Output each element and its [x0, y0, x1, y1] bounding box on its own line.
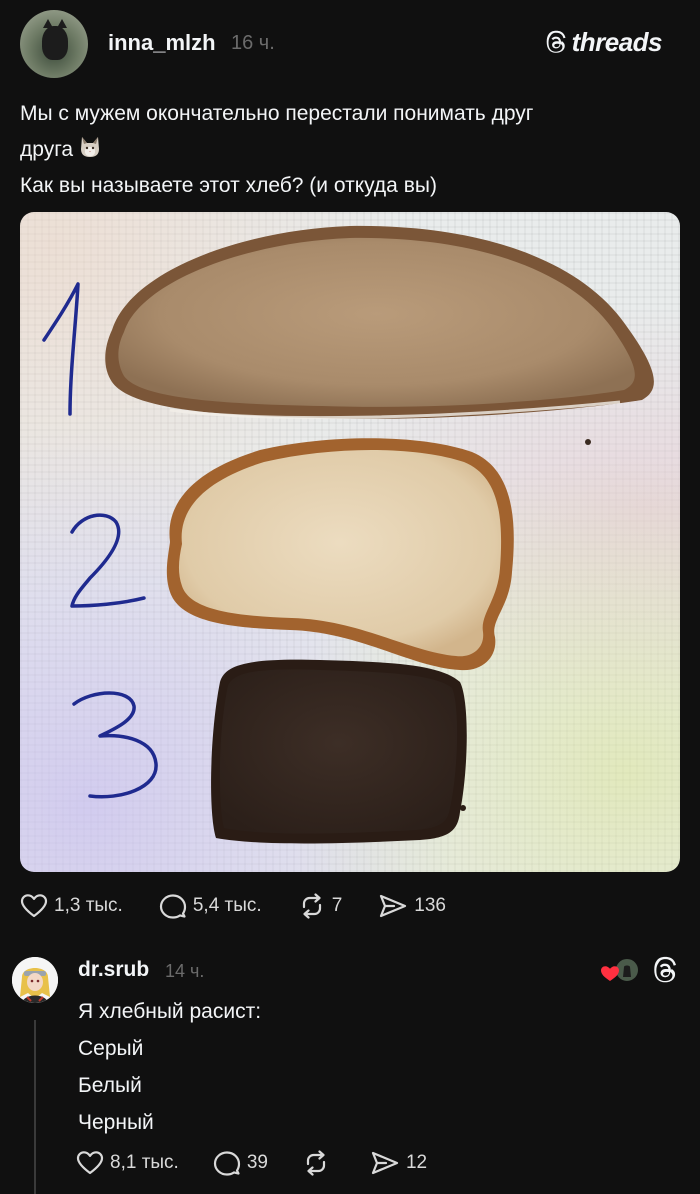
repost-count: 7: [331, 895, 343, 916]
heart-icon: [20, 894, 48, 918]
post-text-line: Мы с мужем окончательно перестали понима…: [20, 102, 534, 125]
number-2-stroke: [70, 513, 146, 608]
reply-like-count: 8,1 тыс.: [110, 1152, 179, 1173]
threads-small-logo[interactable]: [651, 956, 679, 991]
reply-repost-button[interactable]: [302, 1150, 336, 1176]
number-3-stroke: [72, 691, 158, 799]
thread-line: [34, 1020, 36, 1194]
reply-text-line: Серый: [78, 1037, 144, 1060]
reply-text: Я хлебный расист: Серый Белый Черный: [78, 993, 261, 1141]
reply-like-button[interactable]: 8,1 тыс.: [76, 1150, 179, 1176]
author-liked-indicator: [600, 957, 640, 985]
reply-actions: 8,1 тыс. 39 12: [76, 1150, 461, 1176]
post-text: Мы с мужем окончательно перестали понима…: [20, 96, 680, 204]
repost-icon: [302, 893, 321, 919]
heart-icon: [76, 1151, 104, 1175]
post-text-line: Как вы называете этот хлеб? (и откуда вы…: [20, 174, 437, 197]
reply-text-line: Черный: [78, 1111, 154, 1134]
author-avatar[interactable]: [20, 10, 88, 78]
reply-author-avatar[interactable]: [12, 957, 58, 1003]
reply-reply-button[interactable]: 39: [213, 1150, 268, 1176]
like-button[interactable]: 1,3 тыс.: [20, 893, 123, 919]
repost-button[interactable]: 7: [298, 893, 343, 919]
bread-photo-illustration: [42, 225, 654, 844]
cat-face-emoji-icon: [79, 135, 101, 159]
send-icon: [380, 894, 407, 918]
post-text-word: друга: [20, 138, 74, 161]
author-username[interactable]: inna_mlzh: [108, 30, 216, 56]
comment-icon: [159, 894, 186, 919]
send-icon: [371, 1151, 399, 1175]
post-photo[interactable]: [20, 212, 680, 872]
heart-filled-icon: [601, 966, 619, 981]
reply-button[interactable]: 5,4 тыс.: [159, 893, 262, 919]
reply-count: 5,4 тыс.: [192, 895, 262, 916]
share-button[interactable]: 136: [378, 893, 446, 919]
reply-timestamp: 14 ч.: [165, 961, 205, 981]
number-1-stroke: [42, 282, 80, 416]
reply-share-count: 12: [405, 1152, 428, 1173]
reply-text-line: Я хлебный расист:: [78, 1000, 262, 1023]
cat-silhouette: [42, 19, 68, 60]
reply-reply-count: 39: [246, 1152, 268, 1173]
reply-author-username[interactable]: dr.srub: [78, 958, 149, 982]
threads-icon: [546, 30, 566, 53]
anime-character-avatar: [12, 957, 58, 1003]
bread-slice-1: [105, 225, 654, 420]
post-actions: 1,3 тыс. 5,4 тыс. 7 136: [20, 893, 482, 919]
bread-slice-2: [166, 438, 514, 671]
comment-icon: [213, 1151, 240, 1176]
repost-icon: [306, 1150, 326, 1176]
like-count: 1,3 тыс.: [54, 895, 123, 916]
post-timestamp: 16 ч.: [231, 32, 275, 54]
threads-wordmark: threads: [571, 27, 663, 57]
threads-logo[interactable]: threads: [544, 27, 663, 58]
post-text-line-2: друга: [20, 132, 680, 168]
reply-share-button[interactable]: 12: [370, 1150, 427, 1176]
reply-text-line: Белый: [78, 1074, 142, 1097]
share-count: 136: [414, 895, 446, 916]
threads-icon: [654, 956, 676, 983]
